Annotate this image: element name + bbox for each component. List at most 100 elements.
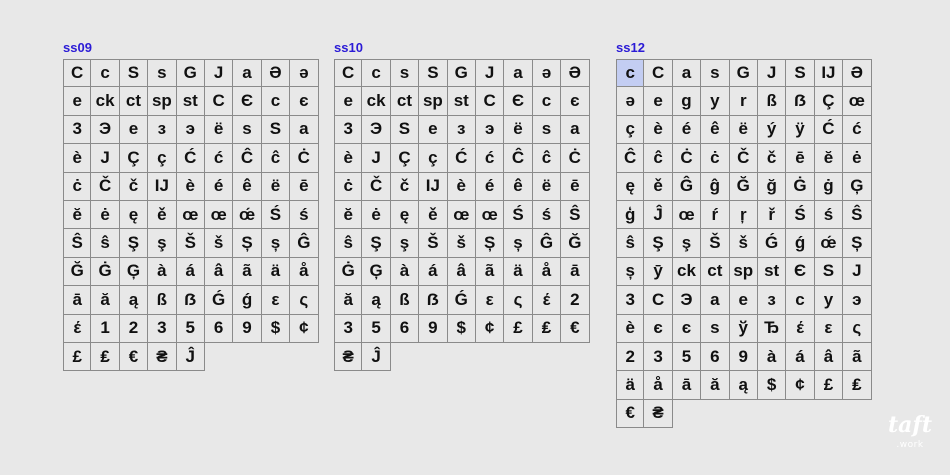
glyph-cell: ę [390, 200, 420, 230]
glyph-cell: 3 [148, 314, 177, 343]
glyph-cell: Ċ [290, 144, 319, 173]
glyph-cell: Ç [814, 87, 844, 116]
glyph-cell: з [148, 115, 177, 145]
glyph-cell: s [233, 115, 262, 145]
glyph-cell: ä [261, 257, 291, 287]
glyph-cell: ã [843, 342, 872, 372]
glyph-cell: ĝ [701, 172, 730, 201]
glyph-cell: è [334, 144, 363, 173]
glyph-cell: £ [63, 342, 92, 372]
glyph-cell: å [290, 257, 319, 287]
glyph-cell: ß [757, 87, 787, 116]
glyph-cell: Ċ [561, 144, 590, 173]
glyph-cell: C [644, 286, 673, 315]
glyph-cell: Ĵ [644, 200, 673, 230]
glyph-cell: e [119, 115, 149, 145]
glyph-cell: Ĉ [616, 144, 645, 173]
glyph-cell: c [362, 59, 391, 88]
glyph-cell: ą [119, 286, 149, 315]
glyph-cell: ğ [757, 172, 787, 201]
glyph-cell: Ĵ [176, 342, 205, 372]
glyph-cell: ẞ [786, 87, 815, 116]
glyph-cell: 6 [390, 314, 420, 343]
glyph-cell: ε [261, 286, 291, 315]
glyph-cell: ė [362, 200, 391, 230]
glyph-cell: Ŝ [561, 200, 590, 230]
glyph-cell: Č [362, 172, 391, 201]
glyph-cell: C [204, 87, 234, 116]
glyph-cell: œ [204, 200, 234, 230]
glyph-cell: ã [475, 257, 505, 287]
logo-subtext: .work [896, 440, 924, 450]
glyph-cell: Ĝ [532, 229, 562, 258]
glyph-cell: Ć [176, 144, 205, 173]
brand-logo: taft .work [888, 414, 932, 455]
glyph-cell: ç [148, 144, 177, 173]
glyph-cell: S [261, 115, 291, 145]
glyph-cell: C [475, 87, 505, 116]
glyph-cell: Ś [261, 200, 291, 230]
glyph-cell: Ə [261, 59, 291, 88]
glyph-cell: з [447, 115, 476, 145]
glyph-cell: ċ [334, 172, 363, 201]
glyph-cell: ā [63, 286, 92, 315]
glyph-cell: Ć [447, 144, 476, 173]
glyph-cell: ₤ [532, 314, 562, 343]
panel-ss12: ss12 c Ca s G J S IJ Əə e g y r ß ẞ Çœ ç è é ê ë ý ÿ Ćć Ĉĉ Ċċ Čč ē… [616, 38, 872, 429]
glyph-cell: è [176, 172, 205, 201]
glyph-cell: ε [475, 286, 505, 315]
glyph-cell: 2 [616, 342, 645, 372]
glyph-cell: a [504, 59, 533, 88]
glyph-cell: ç [616, 115, 645, 145]
glyph-cell: Ǵ [447, 286, 476, 315]
glyph-cell: ć [475, 144, 505, 173]
glyph-cell: э [843, 286, 872, 315]
glyph-grid: Cc s S G Ja ə Əe ck ct sp st C Єc є 3 Э Se з э ë s a è J Çç Ćć Ĉĉ Ċ… [334, 59, 590, 372]
glyph-cell: 2 [561, 286, 590, 315]
glyph-cell: ė [843, 144, 872, 173]
glyph-cell: J [757, 59, 787, 88]
glyph-cell: Ǵ [204, 286, 234, 315]
glyph-cell: Ğ [729, 172, 758, 201]
glyph-cell: r [729, 87, 758, 116]
glyph-cell: č [390, 172, 420, 201]
glyph-cell: Ǵ [757, 229, 787, 258]
glyph-cell: Ś [786, 200, 815, 230]
glyph-cell: 1 [91, 314, 120, 343]
glyph-cell: ş [148, 229, 177, 258]
glyph-cell: á [419, 257, 448, 287]
glyph-cell: $ [447, 314, 476, 343]
glyph-cell: ë [204, 115, 234, 145]
glyph-cell: 9 [233, 314, 262, 343]
glyph-cell: ġ [814, 172, 844, 201]
glyph-cell: å [644, 371, 673, 400]
glyph-cell: sp [148, 87, 177, 116]
glyph-cell: ₴ [148, 342, 177, 372]
glyph-cell: ĕ [63, 200, 92, 230]
panel-ss10: ss10 Cc s S G Ja ə Əe ck ct sp st C Єc є 3 Э Se з э ë s a è J Çç… [334, 38, 590, 372]
glyph-cell: Č [91, 172, 120, 201]
glyph-cell: s [390, 59, 420, 88]
glyph-cell: e [419, 115, 448, 145]
glyph-cell: ŕ [701, 200, 730, 230]
glyph-cell: à [148, 257, 177, 287]
glyph-cell: ë [504, 115, 533, 145]
glyph-cell: ä [616, 371, 645, 400]
glyph-cell: ct [701, 257, 730, 287]
glyph-cell: sp [729, 257, 758, 287]
glyph-cell: ₴ [334, 342, 363, 372]
glyph-cell: ş [672, 229, 702, 258]
glyph-cell: Ŝ [843, 200, 872, 230]
glyph-cell: s [532, 115, 562, 145]
glyph-cell: Ġ [334, 257, 363, 287]
glyph-cell: Ç [119, 144, 149, 173]
glyph-cell: à [757, 342, 787, 372]
glyph-cell: € [561, 314, 590, 343]
glyph-cell: y [701, 87, 730, 116]
glyph-cell: a [233, 59, 262, 88]
glyph-cell: ë [261, 172, 291, 201]
glyph-cell: c [786, 286, 815, 315]
glyph-cell: S [786, 59, 815, 88]
glyph-cell: š [447, 229, 476, 258]
glyph-cell: 5 [362, 314, 391, 343]
